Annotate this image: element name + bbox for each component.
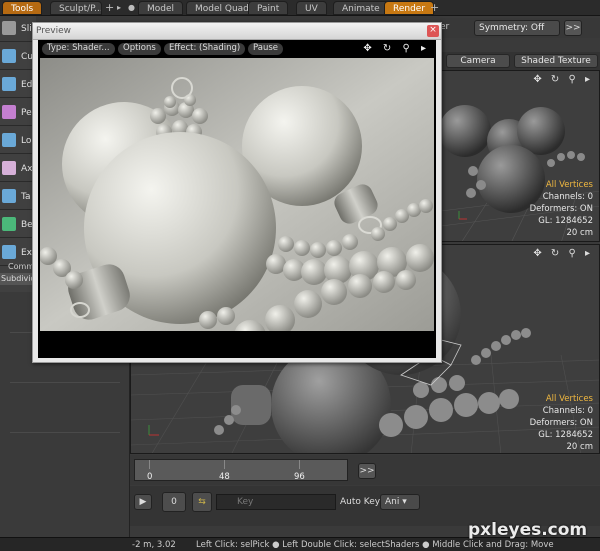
left-tool-label: Ex	[21, 248, 33, 258]
left-tool-4[interactable]: Lo	[0, 128, 36, 154]
viewport-top-right[interactable]: ✥ ↻ ⚲ ▸ All Vertices Channels: 0 Deforme…	[440, 70, 600, 242]
left-tool-label: Be	[21, 220, 33, 230]
left-commands-label: Comm	[8, 262, 35, 271]
deformers-stat: Deformers: ON	[529, 418, 593, 428]
left-tool-7[interactable]: Be	[0, 212, 36, 238]
subdivide-button[interactable]: Subdivide	[0, 273, 40, 285]
right-toolbar: er Symmetry: Off >>	[440, 18, 600, 38]
preview-toolbar: Type: Shader... Options Effect: (Shading…	[38, 40, 436, 58]
grid-size-stat: 20 cm	[566, 442, 593, 452]
key-field[interactable]: Key	[216, 494, 336, 510]
left-tool-label: Ed	[21, 80, 33, 90]
options-button[interactable]: Options	[118, 43, 161, 55]
gl-stat: GL: 1284652	[538, 216, 593, 226]
type-shader-button[interactable]: Type: Shader...	[42, 43, 115, 55]
auto-key-dropdown[interactable]: Ani ▾	[380, 494, 420, 510]
left-tool-label: Lo	[21, 136, 32, 146]
left-tool-1[interactable]: Cu	[0, 44, 36, 70]
channels-stat: Channels: 0	[542, 192, 593, 202]
preview-titlebar[interactable]: Preview ×	[33, 23, 441, 40]
left-tool-label: Ta	[21, 192, 31, 202]
tool-cube-icon	[2, 189, 16, 203]
tab-animate[interactable]: Animate	[333, 1, 389, 15]
grid-size-stat: 20 cm	[566, 228, 593, 238]
watermark-text: pxleyes.com	[468, 520, 588, 540]
timeline-area: 0 48 96 >>	[130, 455, 600, 485]
selection-mode-label: All Vertices	[545, 180, 593, 190]
tab-circle-icon[interactable]: ●	[128, 1, 135, 15]
preview-render-frame: Type: Shader... Options Effect: (Shading…	[38, 40, 436, 358]
preview-window[interactable]: Preview × Type: Shader... Options Effect…	[32, 22, 442, 363]
panel-divider	[10, 432, 120, 433]
tool-cube-icon	[2, 49, 16, 63]
channels-stat: Channels: 0	[542, 406, 593, 416]
left-tool-0[interactable]: Sli	[0, 16, 36, 42]
status-coordinates: -2 m, 3.02	[132, 540, 176, 550]
effect-button[interactable]: Effect: (Shading)	[164, 43, 246, 55]
timeline-tick	[149, 460, 150, 469]
timeline-tick-label: 0	[147, 472, 153, 482]
timeline-tick-label: 96	[294, 472, 305, 482]
add-tab-icon[interactable]: +	[105, 1, 114, 15]
add-tab-icon-2[interactable]: +	[430, 1, 439, 15]
status-mouse-hints: Left Click: selPick ● Left Double Click:…	[196, 540, 554, 550]
panel-divider	[10, 382, 120, 383]
tool-cube-icon	[2, 161, 16, 175]
timeline-scrubber[interactable]: 0 48 96	[134, 459, 348, 482]
pause-button[interactable]: Pause	[248, 43, 283, 55]
set-key-icon[interactable]: ⇆	[192, 492, 212, 512]
top-tab-bar: Tools Sculpt/P... + ▸ ● Model Model Quad…	[0, 0, 600, 16]
tool-cube-icon	[2, 133, 16, 147]
tab-scroll-icon[interactable]: ▸	[117, 1, 121, 15]
tool-cube-icon	[2, 21, 16, 35]
tab-render[interactable]: Render	[384, 1, 435, 15]
tab-uv[interactable]: UV	[296, 1, 327, 15]
left-tool-label: Pe	[21, 108, 32, 118]
timeline-expand-button[interactable]: >>	[358, 463, 376, 479]
tab-shaded-texture[interactable]: Shaded Texture	[514, 54, 598, 68]
tab-paint[interactable]: Paint	[248, 1, 289, 15]
selection-mode-label: All Vertices	[545, 394, 593, 404]
viewport-stats: All Vertices Channels: 0 Deformers: ON G…	[530, 393, 593, 453]
left-tool-label: Sli	[21, 24, 32, 34]
left-tool-2[interactable]: Ed	[0, 72, 36, 98]
preview-nav-icons[interactable]: ✥ ↻ ⚲ ▸	[363, 43, 430, 54]
tool-cube-icon	[2, 105, 16, 119]
tool-cube-icon	[2, 245, 16, 259]
viewport-stats: All Vertices Channels: 0 Deformers: ON G…	[530, 179, 593, 239]
timeline-tick	[299, 460, 300, 469]
tool-cube-icon	[2, 77, 16, 91]
toolbar-expand-button[interactable]: >>	[564, 20, 582, 36]
current-frame-field[interactable]: 0	[162, 492, 186, 512]
gl-stat: GL: 1284652	[538, 430, 593, 440]
timeline-tick-label: 48	[219, 472, 230, 482]
symmetry-dropdown[interactable]: Symmetry: Off	[474, 20, 560, 36]
left-tool-5[interactable]: Ax	[0, 156, 36, 182]
deformers-stat: Deformers: ON	[529, 204, 593, 214]
close-icon[interactable]: ×	[427, 25, 439, 37]
auto-key-label: Auto Key	[340, 497, 381, 507]
left-toolbar: Sli Cu Ed Pe Lo Ax Ta Be Ex	[0, 16, 36, 292]
play-button[interactable]: ▶	[134, 494, 152, 510]
tool-cube-icon	[2, 217, 16, 231]
left-tool-3[interactable]: Pe	[0, 100, 36, 126]
tab-model[interactable]: Model	[138, 1, 184, 15]
left-tool-6[interactable]: Ta	[0, 184, 36, 210]
tab-camera[interactable]: Camera	[446, 54, 510, 68]
preview-title: Preview	[36, 26, 72, 36]
left-tool-label: Ax	[21, 164, 33, 174]
viewport-tab-row: Camera Shaded Texture	[440, 52, 600, 70]
tab-sculpt[interactable]: Sculpt/P...	[50, 1, 102, 15]
preview-render-image	[40, 58, 434, 331]
timeline-tick	[224, 460, 225, 469]
tab-tools[interactable]: Tools	[2, 1, 43, 15]
